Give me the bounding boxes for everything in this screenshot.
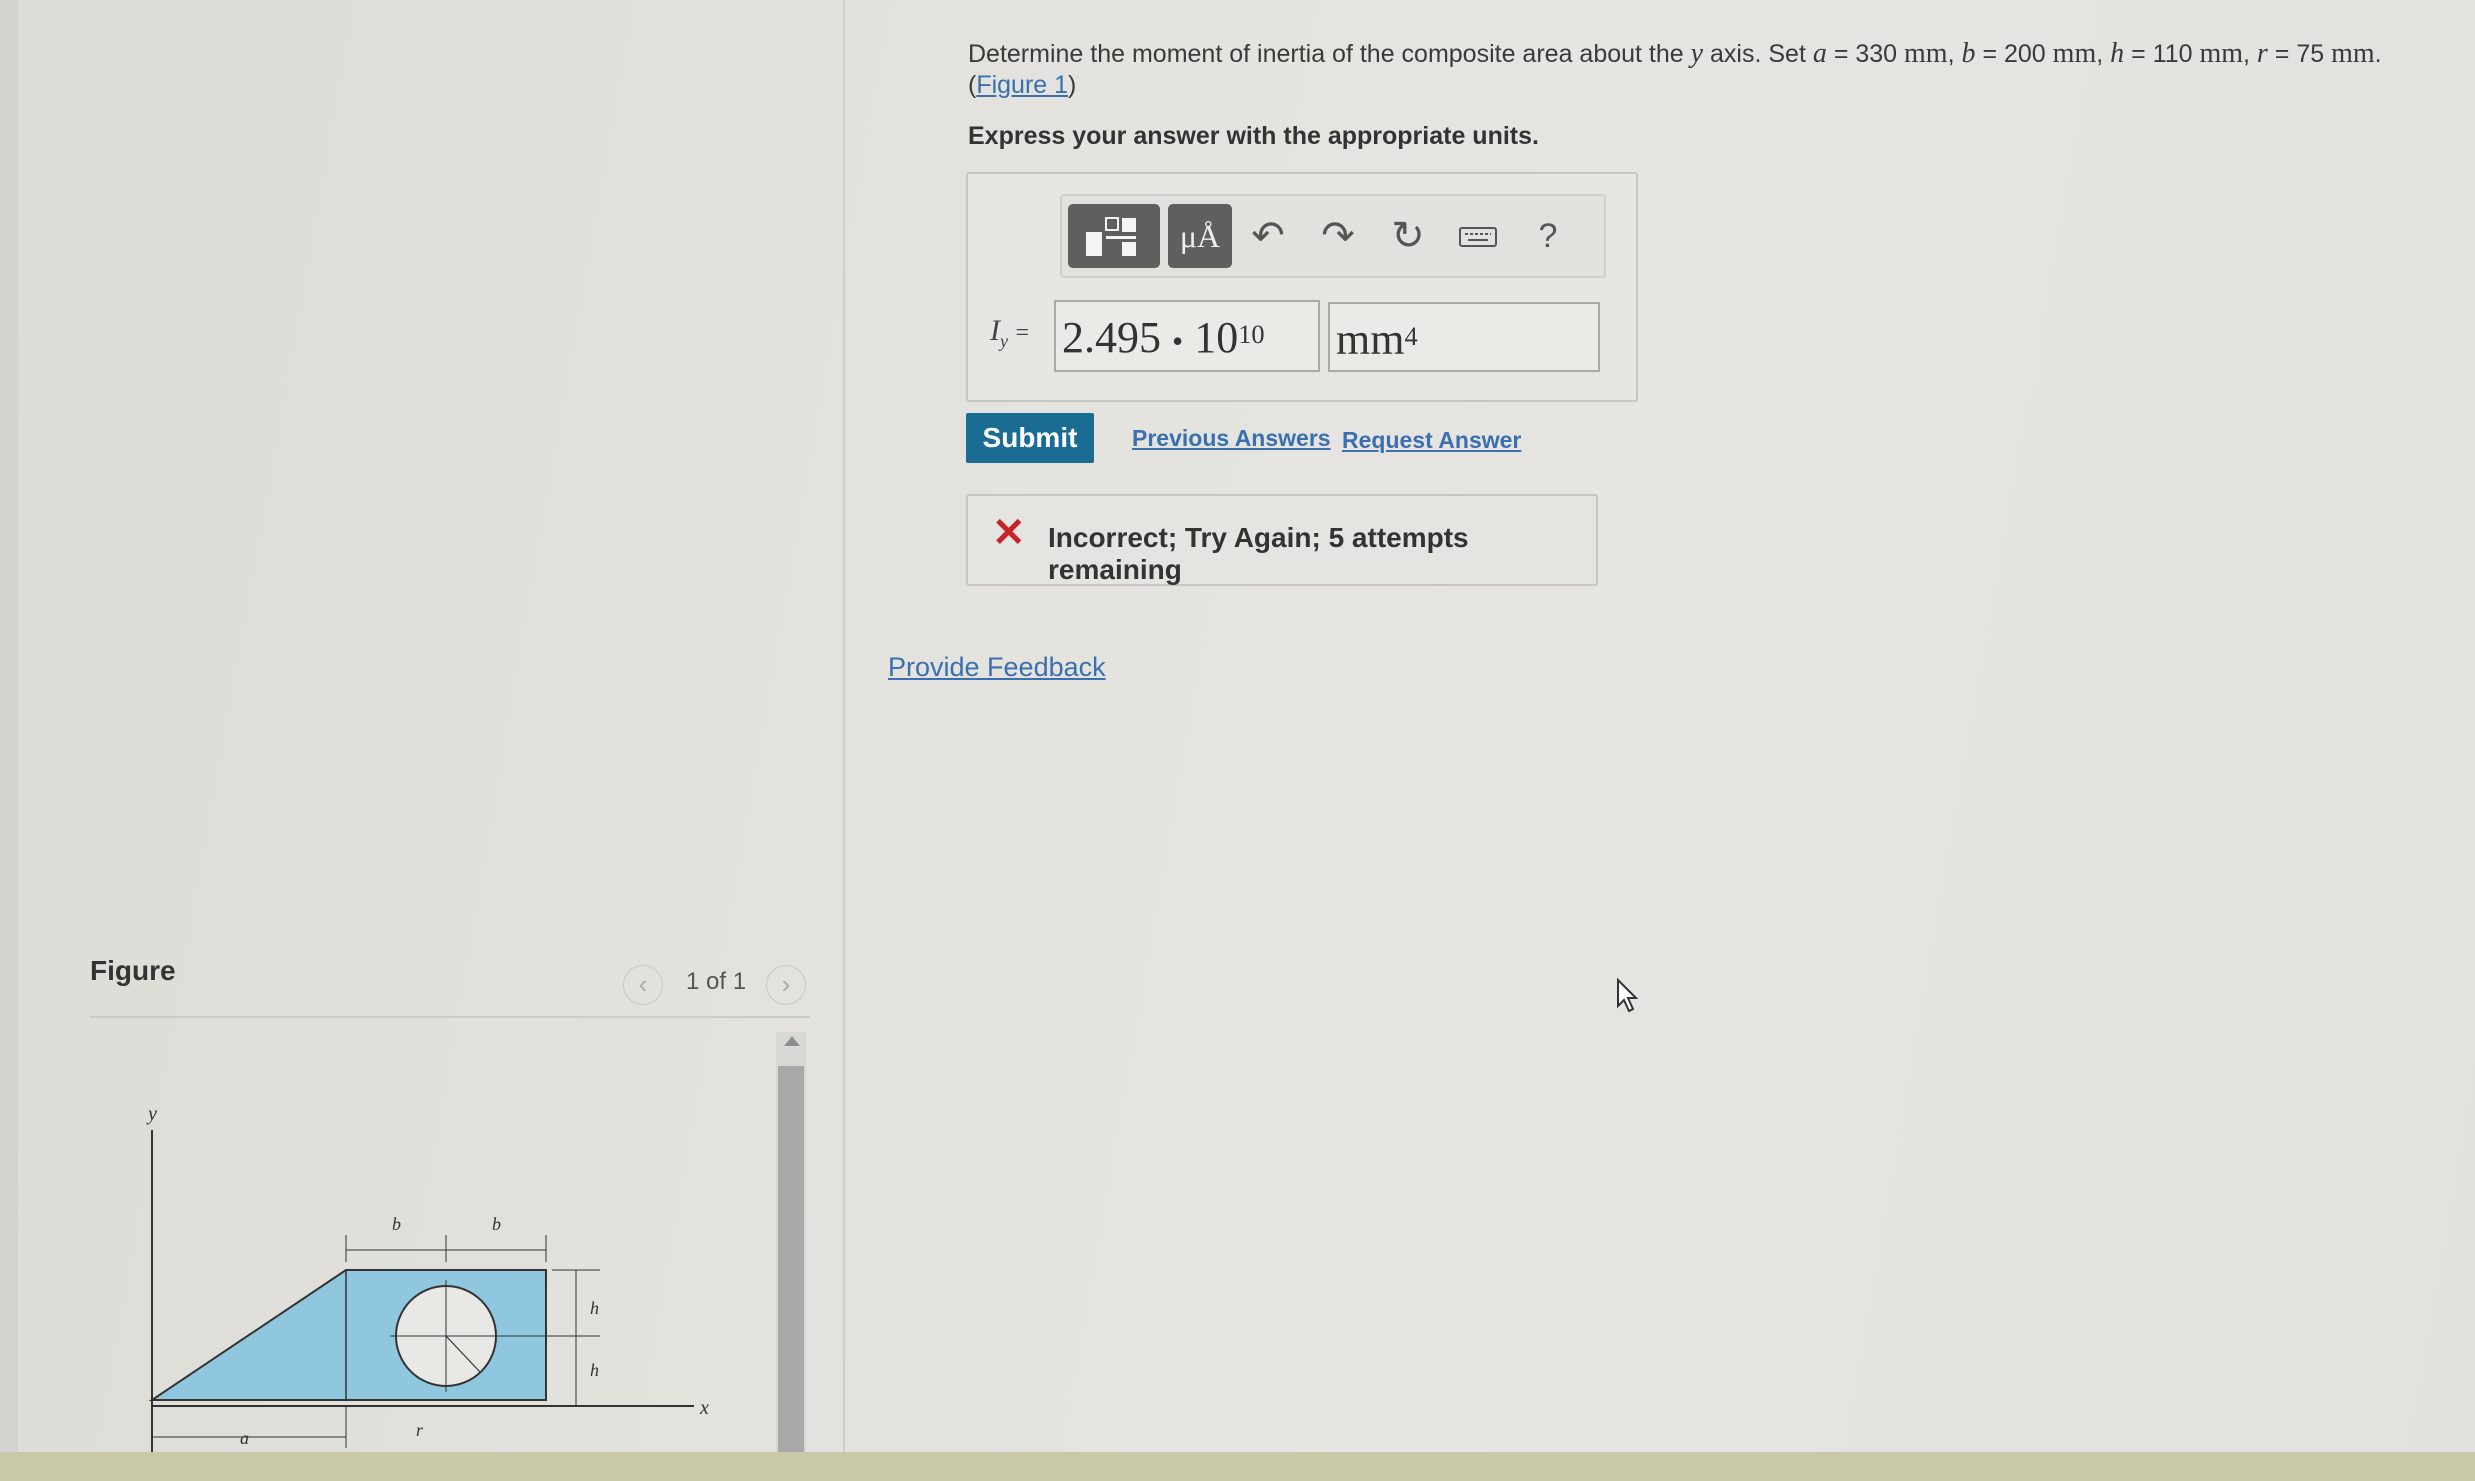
units-button[interactable]: μÅ	[1168, 204, 1232, 268]
next-figure-button[interactable]: ›	[766, 965, 806, 1005]
undo-button[interactable]: ↶	[1244, 212, 1292, 260]
keyboard-button[interactable]	[1454, 212, 1502, 260]
b-label-1: b	[392, 1214, 401, 1234]
r-label: r	[416, 1420, 424, 1440]
request-answer-link[interactable]: Request Answer	[1342, 427, 1521, 454]
scroll-up-icon[interactable]	[784, 1036, 800, 1046]
answer-value-input[interactable]: 2.495 • 1010	[1054, 300, 1320, 372]
keyboard-icon	[1459, 227, 1497, 247]
submit-button[interactable]: Submit	[966, 413, 1094, 463]
undo-icon: ↶	[1251, 214, 1285, 258]
composite-area-figure: y x b b h h a r	[146, 1103, 709, 1452]
chevron-left-icon: ‹	[638, 969, 648, 999]
x-axis-label: x	[699, 1397, 709, 1419]
figure-link[interactable]: Figure 1	[976, 71, 1068, 99]
bottom-strip	[0, 1452, 2475, 1481]
b-label-2: b	[492, 1214, 501, 1234]
mouse-cursor-icon	[1617, 978, 1639, 1013]
h-label-2: h	[590, 1360, 599, 1380]
template-button[interactable]	[1068, 204, 1160, 268]
figure-pager: 1 of 1	[686, 968, 747, 995]
chevron-right-icon: ›	[781, 969, 791, 999]
a-label: a	[240, 1428, 249, 1448]
error-x-icon: ✕	[992, 511, 1026, 555]
express-instruction: Express your answer with the appropriate…	[968, 122, 1539, 150]
provide-feedback-link[interactable]: Provide Feedback	[888, 652, 1106, 683]
answer-box: μÅ ↶ ↷ ↻ ? Iy = 2.495 • 1010 mm4	[966, 172, 1638, 402]
figure-scrollbar-thumb[interactable]	[778, 1066, 804, 1452]
figure-divider	[90, 1016, 810, 1018]
feedback-box: ✕ Incorrect; Try Again; 5 attempts remai…	[966, 494, 1598, 586]
feedback-message: Incorrect; Try Again; 5 attempts remaini…	[1048, 522, 1469, 585]
template-icon	[1086, 217, 1136, 256]
help-button[interactable]: ?	[1524, 212, 1572, 260]
screen: Figure ‹ 1 of 1 › y x b b h h a r Determ…	[0, 0, 2475, 1481]
figure-title: Figure	[90, 955, 176, 986]
left-edge	[0, 0, 18, 1481]
reset-button[interactable]: ↻	[1384, 212, 1432, 260]
math-toolbar: μÅ ↶ ↷ ↻ ?	[1060, 194, 1606, 278]
reset-icon: ↻	[1391, 214, 1425, 258]
redo-button[interactable]: ↷	[1314, 212, 1362, 260]
prev-figure-button[interactable]: ‹	[623, 965, 663, 1005]
y-axis-label: y	[146, 1103, 157, 1125]
redo-icon: ↷	[1321, 214, 1355, 258]
previous-answers-link[interactable]: Previous Answers	[1132, 425, 1331, 452]
answer-unit-input[interactable]: mm4	[1328, 302, 1600, 372]
question-text: Determine the moment of inertia of the c…	[968, 38, 2382, 99]
h-label-1: h	[590, 1298, 599, 1318]
answer-label: Iy =	[990, 314, 1030, 351]
